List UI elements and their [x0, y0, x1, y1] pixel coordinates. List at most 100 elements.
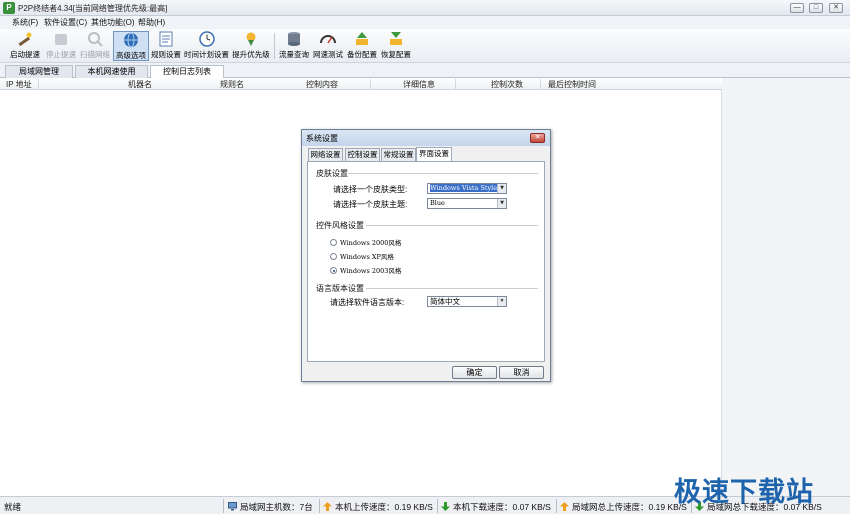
- radio-win2000-style[interactable]: Windows 2000风格: [330, 237, 401, 247]
- column-last-control-time[interactable]: 最后控制时间: [548, 79, 596, 90]
- minimize-button[interactable]: —: [790, 3, 804, 13]
- log-list-header: IP 地址 机器名 规则名 控制内容 详细信息 控制次数 最后控制时间: [0, 78, 722, 90]
- local-upload-text: 本机上传速度：0.19 KB/S: [335, 502, 433, 512]
- language-select[interactable]: 简体中文 ▼: [427, 296, 507, 307]
- column-ip[interactable]: IP 地址: [6, 79, 32, 90]
- status-divider: [437, 499, 438, 513]
- scan-network-button[interactable]: 扫描网络: [78, 31, 112, 61]
- rules-icon: [159, 31, 173, 47]
- skin-type-select[interactable]: Windows Vista Style ▼: [427, 183, 507, 194]
- skin-theme-value: Blue: [430, 199, 445, 207]
- radio-button-checked[interactable]: [330, 267, 337, 274]
- language-group-title: 语言版本设置: [316, 284, 364, 293]
- status-divider: [223, 499, 224, 513]
- scan-network-label: 扫描网络: [80, 50, 110, 59]
- time-plan-button[interactable]: 时间计划设置: [184, 31, 229, 61]
- status-divider: [319, 499, 320, 513]
- dialog-close-button[interactable]: ✕: [530, 133, 545, 143]
- advanced-options-button[interactable]: 高级选项: [113, 31, 149, 61]
- status-ready: 就绪: [4, 502, 22, 512]
- speed-test-label: 网速测试: [313, 50, 343, 59]
- chevron-down-icon[interactable]: ▼: [497, 297, 506, 306]
- start-speedup-button[interactable]: 启动提速: [8, 31, 42, 61]
- stop-speedup-button[interactable]: 停止提速: [44, 31, 78, 61]
- right-pane: [722, 78, 850, 496]
- dialog-tab-general[interactable]: 常规设置: [381, 148, 416, 161]
- column-divider: [370, 79, 371, 89]
- status-local-download: 本机下载速度：0.07 KB/S: [441, 501, 551, 513]
- computer-icon: [228, 502, 237, 511]
- backup-icon: [356, 32, 368, 45]
- pin-icon: [246, 32, 256, 46]
- column-control-content[interactable]: 控制内容: [306, 79, 338, 90]
- chevron-down-icon[interactable]: ▼: [497, 184, 506, 193]
- globe-icon: [124, 32, 138, 48]
- menu-system[interactable]: 系统(F): [12, 17, 38, 28]
- menu-other-functions[interactable]: 其他功能(O): [91, 17, 135, 28]
- restore-config-button[interactable]: 恢复配置: [380, 31, 412, 61]
- skin-group-title: 皮肤设置: [316, 169, 348, 178]
- group-divider: [366, 225, 538, 226]
- upload-arrow-icon: [560, 502, 569, 511]
- skin-type-label: 请选择一个皮肤类型:: [333, 185, 408, 194]
- radio-button[interactable]: [330, 253, 337, 260]
- upload-arrow-icon: [323, 502, 332, 511]
- system-settings-dialog: 系统设置 ✕ 网络设置 控制设置 常规设置 界面设置 皮肤设置 请选择一个皮肤类…: [301, 129, 551, 382]
- traffic-query-button[interactable]: 流量查询: [278, 31, 310, 61]
- speedometer-icon: [320, 35, 336, 44]
- app-logo-icon: P: [3, 2, 15, 14]
- language-label: 请选择软件语言版本:: [330, 298, 405, 307]
- column-rule-name[interactable]: 规则名: [220, 79, 244, 90]
- tab-control-log[interactable]: 控制日志列表: [150, 65, 224, 79]
- menu-software-settings[interactable]: 软件设置(C): [44, 17, 87, 28]
- download-arrow-icon: [441, 502, 450, 511]
- column-control-count[interactable]: 控制次数: [491, 79, 523, 90]
- column-details[interactable]: 详细信息: [403, 79, 435, 90]
- cancel-button[interactable]: 取消: [499, 366, 544, 379]
- ok-button[interactable]: 确定: [452, 366, 497, 379]
- radio-win2003-style[interactable]: Windows 2003风格: [330, 265, 401, 275]
- database-icon: [288, 32, 300, 46]
- time-plan-label: 时间计划设置: [184, 50, 229, 59]
- radio-winxp-style[interactable]: Windows XP风格: [330, 251, 394, 261]
- column-divider: [540, 79, 541, 89]
- main-window: P P2P终结者4.34[当前网络管理优先级:最高] — □ ✕ 系统(F) 软…: [0, 0, 850, 514]
- watermark-logo: 极速下载站: [674, 477, 814, 508]
- advanced-options-label: 高级选项: [116, 51, 146, 60]
- raise-priority-label: 提升优先级: [232, 50, 270, 59]
- tab-local-speed[interactable]: 本机网速使用: [75, 65, 148, 78]
- dialog-tab-interface[interactable]: 界面设置: [416, 147, 452, 162]
- backup-config-label: 备份配置: [347, 50, 377, 59]
- skin-theme-label: 请选择一个皮肤主题:: [333, 200, 408, 209]
- title-bar[interactable]: P P2P终结者4.34[当前网络管理优先级:最高] — □ ✕: [0, 0, 850, 16]
- backup-config-button[interactable]: 备份配置: [346, 31, 378, 61]
- skin-type-value: Windows Vista Style: [430, 184, 498, 192]
- stop-icon: [55, 34, 67, 45]
- column-divider: [38, 79, 39, 89]
- rule-settings-button[interactable]: 规则设置: [151, 31, 181, 61]
- radio-button[interactable]: [330, 239, 337, 246]
- traffic-query-label: 流量查询: [279, 50, 309, 59]
- wand-icon: [18, 32, 32, 47]
- status-lan-upload: 局域网总上传速度：0.19 KB/S: [560, 501, 687, 513]
- tab-lan-management[interactable]: 局域网管理: [5, 65, 73, 78]
- main-tabs: 局域网管理 本机网速使用 控制日志列表: [0, 63, 850, 79]
- speed-test-button[interactable]: 网速测试: [312, 31, 344, 61]
- status-divider: [556, 499, 557, 513]
- stop-speedup-label: 停止提速: [46, 50, 76, 59]
- close-button[interactable]: ✕: [829, 3, 843, 13]
- column-machine-name[interactable]: 机器名: [128, 79, 152, 90]
- chevron-down-icon[interactable]: ▼: [497, 199, 506, 208]
- scan-icon: [88, 32, 103, 47]
- raise-priority-button[interactable]: 提升优先级: [232, 31, 270, 61]
- menu-help[interactable]: 帮助(H): [138, 17, 165, 28]
- dialog-title-bar[interactable]: 系统设置 ✕: [302, 130, 550, 146]
- dialog-tab-control[interactable]: 控制设置: [345, 148, 380, 161]
- dialog-tab-network[interactable]: 网络设置: [308, 148, 343, 161]
- local-download-text: 本机下载速度：0.07 KB/S: [453, 502, 551, 512]
- dialog-title: 系统设置: [306, 134, 338, 143]
- maximize-button[interactable]: □: [809, 3, 823, 13]
- start-speedup-label: 启动提速: [10, 50, 40, 59]
- group-divider: [348, 173, 538, 174]
- skin-theme-select[interactable]: Blue ▼: [427, 198, 507, 209]
